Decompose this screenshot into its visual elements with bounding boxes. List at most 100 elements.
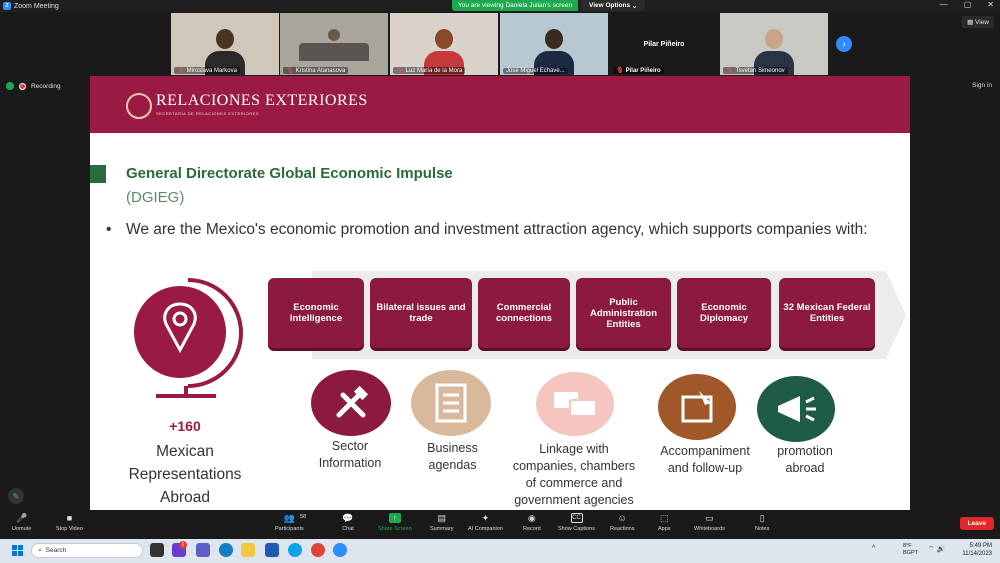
service-box: Public Administration Entities bbox=[576, 278, 671, 348]
representations-label: Mexican Representations Abroad bbox=[98, 440, 272, 509]
show-captions-button[interactable]: CC Show Captions bbox=[558, 513, 595, 532]
megaphone-icon bbox=[757, 376, 835, 442]
notes-icon: ▯ bbox=[759, 512, 765, 523]
share-screen-icon: ↑ bbox=[388, 513, 401, 523]
service-box: Economic Diplomacy bbox=[677, 278, 771, 348]
whiteboards-label: Whiteboards bbox=[694, 526, 725, 532]
window-controls: — ▢ ✕ bbox=[940, 0, 994, 9]
mic-muted-icon: 🎤 bbox=[16, 512, 28, 523]
annotate-pencil-icon[interactable]: ✎ bbox=[8, 488, 24, 504]
view-button-label: View bbox=[975, 19, 989, 26]
slide-title: General Directorate Global Economic Impu… bbox=[126, 165, 453, 182]
taskbar-search-input[interactable]: ⌕ Search bbox=[31, 543, 143, 558]
muted-mic-icon: 🎙 bbox=[286, 68, 294, 74]
taskbar-clock[interactable]: 5:49 PM 11/14/2023 bbox=[962, 542, 992, 558]
stop-video-button[interactable]: ■ Stop Video bbox=[56, 513, 83, 532]
weather-temp: 8°F bbox=[903, 543, 912, 549]
task-view-icon[interactable] bbox=[150, 543, 164, 557]
search-icon: ⌕ bbox=[38, 546, 42, 554]
next-participants-icon[interactable]: › bbox=[836, 36, 852, 52]
captions-icon: CC bbox=[570, 513, 583, 523]
participant-tile[interactable]: 🎙 Miroslava Markova bbox=[171, 13, 279, 75]
service-box: Bilateral issues and trade bbox=[370, 278, 472, 348]
reactions-label: Reactions bbox=[610, 526, 635, 532]
file-explorer-icon[interactable] bbox=[241, 543, 255, 557]
chrome-icon[interactable] bbox=[311, 543, 325, 557]
chat-bubble-icon: 💬 bbox=[342, 512, 354, 523]
stop-video-label: Stop Video bbox=[56, 526, 83, 532]
muted-mic-icon: 🎙 bbox=[177, 68, 185, 74]
view-button[interactable]: ▦ View bbox=[962, 16, 994, 28]
word-icon[interactable] bbox=[265, 543, 279, 557]
clock-date: 11/14/2023 bbox=[962, 551, 992, 557]
service-label: promotion abroad bbox=[750, 443, 860, 477]
globe-location-icon bbox=[134, 278, 243, 398]
close-icon[interactable]: ✕ bbox=[987, 0, 994, 9]
apps-button[interactable]: ⬚ Apps bbox=[658, 513, 671, 533]
skype-icon[interactable] bbox=[288, 543, 302, 557]
chat-app-icon[interactable] bbox=[196, 543, 210, 557]
sign-in-link[interactable]: Sign in bbox=[972, 82, 992, 89]
muted-mic-icon: 🎙 bbox=[726, 68, 734, 74]
participants-label: Participants bbox=[275, 526, 304, 532]
recording-indicator[interactable]: Recording bbox=[6, 82, 61, 90]
ai-companion-button[interactable]: ✦ AI Companion bbox=[468, 513, 503, 533]
weather-widget[interactable]: 8°F BGPT bbox=[903, 543, 918, 557]
recording-dot-icon bbox=[19, 82, 26, 90]
chat-icon bbox=[536, 372, 614, 436]
share-screen-button[interactable]: ↑ Share Screen bbox=[378, 513, 412, 532]
video-camera-icon: ■ bbox=[66, 513, 73, 523]
slide-brand-sub: SECRETARÍA DE RELACIONES EXTERIORES bbox=[156, 111, 260, 116]
window-title: Zoom Meeting bbox=[14, 2, 59, 10]
participant-tile[interactable]: 🎙 Luz María de la Mora bbox=[390, 13, 498, 75]
participant-tile[interactable]: 🎙 Tsvetan Simeonov bbox=[720, 13, 828, 75]
zoom-logo-icon: Z bbox=[3, 2, 11, 10]
view-options-label: View Options bbox=[589, 2, 631, 9]
slide-brand: RELACIONES EXTERIORES bbox=[156, 92, 368, 109]
service-label-line: Accompaniment bbox=[660, 444, 750, 458]
participant-tile[interactable]: José Miguel Echave... bbox=[500, 13, 608, 75]
zoom-app-icon[interactable] bbox=[333, 543, 347, 557]
shared-screen: RELACIONES EXTERIORES SECRETARÍA DE RELA… bbox=[90, 76, 910, 510]
slide-subtitle: (DGIEG) bbox=[126, 189, 185, 206]
minimize-icon[interactable]: — bbox=[940, 0, 948, 9]
service-label: Business agendas bbox=[395, 440, 510, 474]
ai-companion-label: AI Companion bbox=[468, 526, 503, 532]
bullet-text: We are the Mexico's economic promotion a… bbox=[126, 221, 868, 238]
record-button[interactable]: ◉ Record bbox=[523, 512, 541, 533]
tools-icon bbox=[311, 370, 391, 436]
participant-tile[interactable]: 🎙 Kristina Atanasova bbox=[280, 13, 388, 75]
title-marker bbox=[90, 165, 106, 183]
chat-button[interactable]: 💬 Chat bbox=[342, 512, 354, 533]
participants-count: 58 bbox=[300, 514, 307, 520]
record-icon: ◉ bbox=[527, 512, 536, 523]
network-icon[interactable]: ⌔ 🔊 bbox=[928, 545, 945, 554]
participant-name: José Miguel Echave... bbox=[503, 68, 568, 74]
participant-name: 🎙 Luz María de la Mora bbox=[393, 67, 466, 74]
service-label: Linkage with companies, chambers of comm… bbox=[500, 441, 648, 509]
summary-label: Summary bbox=[430, 526, 454, 532]
chat-label: Chat bbox=[342, 526, 354, 532]
participant-tile[interactable]: Pilar Piñeiro 🎙 Pilar Piñeiro bbox=[610, 13, 718, 75]
service-label-line: Business bbox=[427, 441, 478, 455]
muted-mic-icon: 🎙 bbox=[396, 68, 404, 74]
reactions-button[interactable]: ☺ Reactions bbox=[610, 513, 634, 532]
unmute-button[interactable]: 🎤 Unmute bbox=[12, 512, 31, 533]
search-placeholder: Search bbox=[45, 547, 67, 554]
tray-chevron-icon[interactable]: ^ bbox=[872, 545, 875, 552]
notes-button[interactable]: ▯ Notes bbox=[755, 512, 769, 533]
participant-name: 🎙 Pilar Piñeiro bbox=[613, 67, 664, 74]
edge-browser-icon[interactable] bbox=[219, 543, 233, 557]
leave-button[interactable]: Leave bbox=[959, 517, 994, 530]
document-icon bbox=[411, 370, 491, 436]
view-options-button[interactable]: View Options ⌄ bbox=[581, 0, 646, 11]
service-label-line: and follow-up bbox=[667, 461, 743, 475]
maximize-icon[interactable]: ▢ bbox=[964, 0, 972, 9]
service-label-line: Linkage with bbox=[539, 442, 609, 456]
clock-time: 5:49 PM bbox=[969, 543, 992, 549]
service-box: Commercial connections bbox=[478, 278, 570, 348]
summary-button[interactable]: ▤ Summary bbox=[430, 513, 454, 533]
windows-start-icon[interactable] bbox=[12, 545, 23, 556]
whiteboards-button[interactable]: ▭ Whiteboards bbox=[694, 513, 725, 533]
participant-name: 🎙 Kristina Atanasova bbox=[283, 67, 349, 74]
